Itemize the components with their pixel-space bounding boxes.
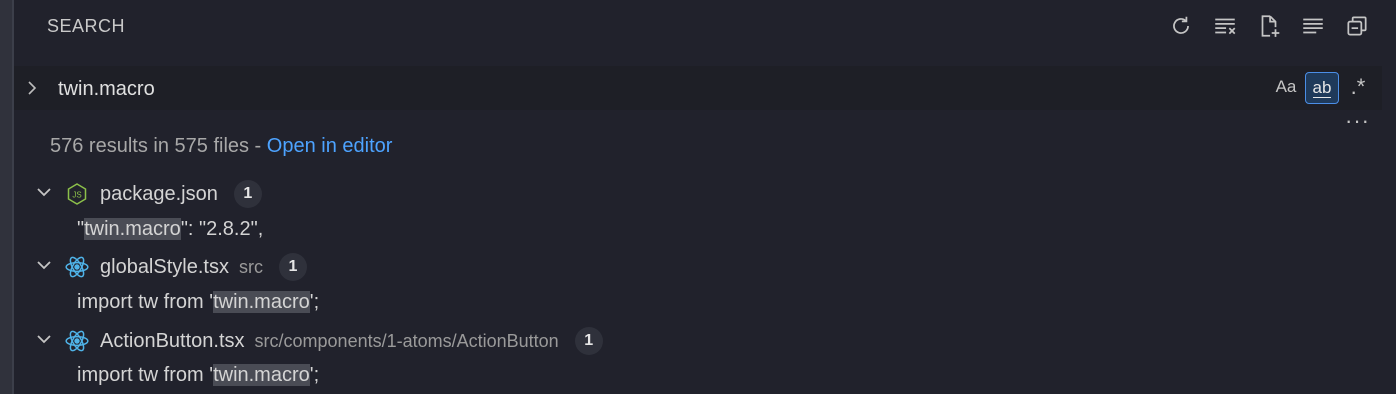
- chevron-right-icon: [28, 81, 37, 95]
- match-suffix: ';: [309, 291, 320, 313]
- match-highlight: twin.macro: [213, 291, 310, 313]
- match-whole-word-toggle[interactable]: ab: [1305, 72, 1339, 104]
- file-result-row[interactable]: globalStyle.tsx src 1: [34, 252, 307, 282]
- svg-text:JS: JS: [72, 191, 81, 200]
- results-summary: 576 results in 575 files - Open in edito…: [50, 135, 392, 158]
- match-case-label: Aa: [1275, 77, 1297, 96]
- match-count-badge: 1: [233, 180, 262, 208]
- search-input[interactable]: [56, 74, 1260, 104]
- file-path: src: [238, 256, 263, 277]
- file-name: package.json: [100, 182, 218, 205]
- match-line[interactable]: import tw from 'twin.macro';: [77, 364, 319, 387]
- match-whole-word-label: ab: [1312, 77, 1332, 98]
- clear-results-button[interactable]: [1210, 10, 1240, 42]
- match-case-toggle[interactable]: Aa: [1272, 72, 1300, 102]
- match-prefix: import tw from ': [77, 291, 214, 313]
- refresh-button[interactable]: [1166, 10, 1196, 42]
- toggle-search-details-button[interactable]: ···: [1345, 108, 1370, 134]
- react-file-icon: [64, 254, 90, 280]
- file-name: globalStyle.tsx: [100, 255, 229, 278]
- use-regex-toggle[interactable]: .*: [1344, 72, 1372, 102]
- match-highlight: twin.macro: [213, 364, 310, 386]
- match-prefix: import tw from ': [77, 364, 214, 386]
- chevron-down-icon: [34, 329, 54, 354]
- new-search-editor-icon: [1261, 15, 1280, 37]
- collapse-all-icon: [1347, 16, 1367, 36]
- panel-title: SEARCH: [47, 16, 126, 36]
- match-count-badge: 1: [278, 253, 307, 281]
- use-regex-label: .*: [1350, 74, 1366, 99]
- view-as-tree-icon: [1303, 18, 1323, 34]
- new-search-editor-button[interactable]: [1254, 10, 1284, 42]
- chevron-down-icon: [34, 182, 54, 207]
- file-path: src/components/1-atoms/ActionButton: [254, 330, 559, 351]
- match-count-badge: 1: [574, 327, 603, 355]
- collapse-all-button[interactable]: [1342, 10, 1372, 42]
- match-line[interactable]: "twin.macro": "2.8.2",: [77, 218, 263, 241]
- match-highlight: twin.macro: [84, 218, 181, 240]
- open-in-editor-link[interactable]: Open in editor: [267, 135, 393, 157]
- toggle-replace-button[interactable]: [22, 76, 42, 100]
- match-suffix: ';: [309, 364, 320, 386]
- file-name: ActionButton.tsx: [100, 329, 245, 352]
- file-result-row[interactable]: ActionButton.tsx src/components/1-atoms/…: [34, 326, 603, 356]
- match-line[interactable]: import tw from 'twin.macro';: [77, 291, 319, 314]
- chevron-down-icon: [34, 255, 54, 280]
- activity-bar-edge: [0, 0, 14, 394]
- view-as-tree-button[interactable]: [1298, 10, 1328, 42]
- refresh-icon: [1173, 16, 1189, 34]
- search-toolbar: [1166, 10, 1372, 42]
- search-box-row: Aa ab .*: [14, 66, 1382, 110]
- more-icon: ···: [1345, 108, 1370, 133]
- json-file-icon: JS: [64, 181, 90, 207]
- file-result-row[interactable]: JS package.json 1: [34, 179, 262, 209]
- react-file-icon: [64, 328, 90, 354]
- match-suffix: ": "2.8.2",: [180, 218, 264, 240]
- results-count-text: 576 results in 575 files -: [50, 135, 267, 157]
- clear-results-icon: [1215, 18, 1236, 35]
